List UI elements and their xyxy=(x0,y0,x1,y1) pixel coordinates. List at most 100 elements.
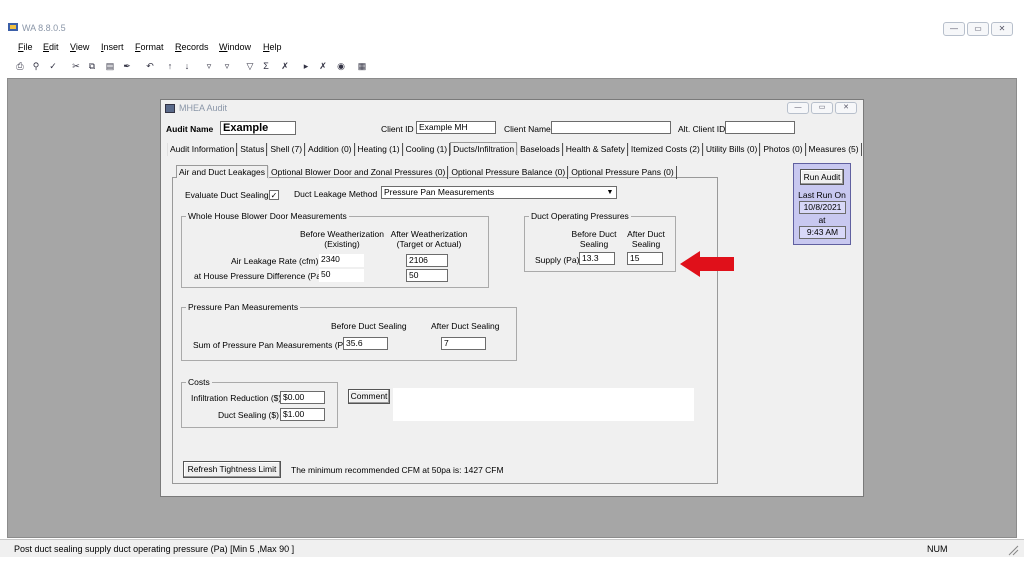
form-icon xyxy=(165,104,175,113)
undo-icon[interactable]: ↶ xyxy=(144,61,156,72)
client-id-field[interactable]: Example MH xyxy=(416,121,496,134)
menu-view[interactable]: View xyxy=(70,42,89,52)
supply-label: Supply (Pa) xyxy=(535,255,580,265)
copy-icon[interactable]: ⧉ xyxy=(86,61,98,72)
filter-by-selection-icon[interactable]: ▿ xyxy=(203,61,215,72)
menu-insert[interactable]: Insert xyxy=(101,42,124,52)
minimize-button[interactable]: — xyxy=(943,22,965,36)
tab-cooling[interactable]: Cooling (1) xyxy=(402,143,451,156)
costs-group-title: Costs xyxy=(186,377,212,387)
air-leakage-before-field[interactable]: 2340 xyxy=(319,254,364,267)
cut-icon[interactable]: ✂ xyxy=(70,61,82,72)
supply-before-field[interactable]: 13.3 xyxy=(579,252,615,265)
duct-leakage-method-label: Duct Leakage Method xyxy=(294,189,378,199)
chevron-down-icon[interactable]: ▼ xyxy=(605,188,615,197)
database-window-icon[interactable]: ▦ xyxy=(356,61,368,72)
remove-filter-icon[interactable]: Σ xyxy=(260,61,272,72)
pressure-pan-group xyxy=(181,307,517,361)
comment-button[interactable]: Comment xyxy=(348,389,390,404)
tab-utility-bills[interactable]: Utility Bills (0) xyxy=(702,143,761,156)
restore-button[interactable]: ▭ xyxy=(967,22,989,36)
menu-records[interactable]: Records xyxy=(175,42,209,52)
menu-format[interactable]: Format xyxy=(135,42,164,52)
tab-addition[interactable]: Addition (0) xyxy=(305,143,355,156)
filter-by-form-icon[interactable]: ▿ xyxy=(221,61,233,72)
pan-after-header: After Duct Sealing xyxy=(431,321,500,331)
dialog-title: MHEA Audit xyxy=(179,103,228,113)
audit-name-field[interactable]: Example xyxy=(220,121,296,135)
app-title-bar xyxy=(0,18,1024,40)
delete-record-icon[interactable]: ✗ xyxy=(279,61,291,72)
supply-after-field[interactable]: 15 xyxy=(627,252,663,265)
last-run-at-label: at xyxy=(818,215,826,225)
infiltration-reduction-label: Infiltration Reduction ($) xyxy=(191,393,282,403)
refresh-tightness-limit-button[interactable]: Refresh Tightness Limit xyxy=(183,461,281,478)
tab-status[interactable]: Status xyxy=(237,143,268,156)
infiltration-reduction-field[interactable]: $0.00 xyxy=(280,391,325,404)
subtab-pressure-pans[interactable]: Optional Pressure Pans (0) xyxy=(568,166,677,179)
subtab-pressure-balance[interactable]: Optional Pressure Balance (0) xyxy=(448,166,569,179)
menu-file[interactable]: File xyxy=(18,42,33,52)
house-pressure-after-field[interactable]: 50 xyxy=(406,269,448,282)
sub-tabs: Air and Duct Leakages Optional Blower Doo… xyxy=(176,165,677,179)
red-arrow-icon xyxy=(680,251,734,277)
apply-filter-icon[interactable]: ▽ xyxy=(244,61,256,72)
subtab-blower-zonal[interactable]: Optional Blower Door and Zonal Pressures… xyxy=(268,166,449,179)
blower-door-group-title: Whole House Blower Door Measurements xyxy=(186,211,349,221)
resize-grip-icon[interactable] xyxy=(1007,544,1019,556)
close-button[interactable]: ✕ xyxy=(991,22,1013,36)
alt-client-id-field[interactable] xyxy=(725,121,795,134)
pan-before-header: Before Duct Sealing xyxy=(331,321,407,331)
delete-record-2-icon[interactable]: ✗ xyxy=(317,61,329,72)
house-pressure-before-field[interactable]: 50 xyxy=(319,269,364,282)
last-run-time: 9:43 AM xyxy=(799,226,846,239)
duct-sealing-cost-field[interactable]: $1.00 xyxy=(280,408,325,421)
run-audit-button[interactable]: Run Audit xyxy=(800,169,844,185)
evaluate-duct-sealing-checkbox[interactable]: ✓ xyxy=(269,190,279,200)
duct-after-header: After Duct Sealing xyxy=(627,229,665,249)
menu-edit[interactable]: Edit xyxy=(43,42,59,52)
comment-textarea[interactable] xyxy=(393,388,694,421)
tab-shell[interactable]: Shell (7) xyxy=(267,143,306,156)
tab-photos[interactable]: Photos (0) xyxy=(760,143,806,156)
format-painter-icon[interactable]: ✒ xyxy=(121,61,133,72)
client-name-label: Client Name xyxy=(504,124,551,134)
dialog-close-button[interactable]: ✕ xyxy=(835,102,857,114)
find-icon[interactable]: ◉ xyxy=(335,61,347,72)
costs-group xyxy=(181,382,338,428)
pan-sum-before-field[interactable]: 35.6 xyxy=(343,337,388,350)
dialog-minimize-button[interactable]: — xyxy=(787,102,809,114)
pan-sum-after-field[interactable]: 7 xyxy=(441,337,486,350)
client-name-field[interactable] xyxy=(551,121,671,134)
duct-leakage-method-value: Pressure Pan Measurements xyxy=(384,187,495,197)
main-tabs: Audit Information Status Shell (7) Addition… xyxy=(167,142,862,156)
menu-window[interactable]: Window xyxy=(219,42,251,52)
duct-leakage-method-select[interactable]: Pressure Pan Measurements xyxy=(381,186,617,199)
menu-help[interactable]: Help xyxy=(263,42,282,52)
new-record-icon[interactable]: ▸ xyxy=(300,61,312,72)
house-pressure-label: at House Pressure Difference (Pa) xyxy=(194,271,324,281)
tab-itemized-costs[interactable]: Itemized Costs (2) xyxy=(627,143,703,156)
air-leakage-after-field[interactable]: 2106 xyxy=(406,254,448,267)
subtab-air-duct-leakages[interactable]: Air and Duct Leakages xyxy=(176,165,268,178)
min-cfm-text: The minimum recommended CFM at 50pa is: … xyxy=(291,465,504,475)
sort-descending-icon[interactable]: ↓ xyxy=(181,61,193,72)
spelling-icon[interactable]: ✓ xyxy=(47,61,59,72)
print-preview-icon[interactable]: ⚲ xyxy=(30,61,42,72)
tab-health-safety[interactable]: Health & Safety xyxy=(562,143,628,156)
duct-before-header: Before Duct Sealing xyxy=(571,229,617,249)
air-leakage-label: Air Leakage Rate (cfm) xyxy=(231,256,319,266)
tab-baseloads[interactable]: Baseloads xyxy=(517,143,563,156)
tab-audit-information[interactable]: Audit Information xyxy=(167,143,238,156)
audit-name-label: Audit Name xyxy=(166,124,214,134)
last-run-label: Last Run On xyxy=(798,190,846,200)
tab-ducts-infiltration[interactable]: Ducts/Infiltration xyxy=(450,142,518,155)
sort-ascending-icon[interactable]: ↑ xyxy=(164,61,176,72)
print-icon[interactable]: ⎙ xyxy=(14,61,26,72)
tab-heating[interactable]: Heating (1) xyxy=(354,143,403,156)
duct-sealing-cost-label: Duct Sealing ($) xyxy=(218,410,279,420)
dialog-restore-button[interactable]: ▭ xyxy=(811,102,833,114)
tab-measures[interactable]: Measures (5) xyxy=(805,143,862,156)
status-text: Post duct sealing supply duct operating … xyxy=(14,544,295,554)
paste-icon[interactable]: ▤ xyxy=(104,61,116,72)
